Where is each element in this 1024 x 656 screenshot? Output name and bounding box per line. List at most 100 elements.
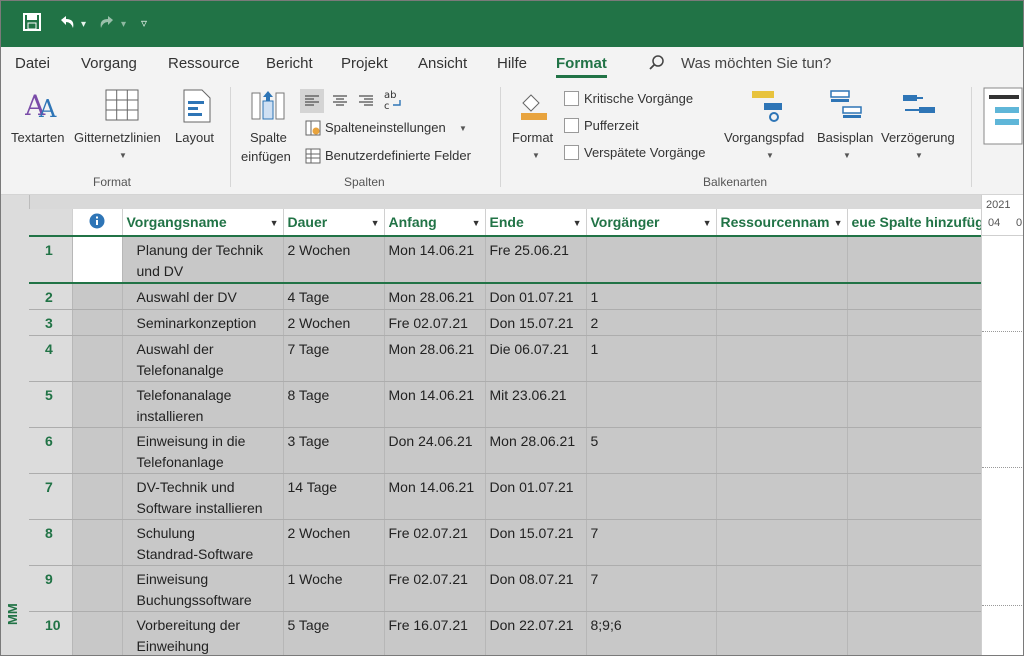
finish-cell[interactable]: Don 01.07.21 <box>485 283 587 310</box>
indicator-cell[interactable] <box>72 611 123 655</box>
verzoegerung-button[interactable]: Verzögerung <box>881 130 955 145</box>
chevron-down-icon[interactable]: ▼ <box>371 218 380 228</box>
start-cell[interactable]: Mon 14.06.21 <box>384 381 486 428</box>
layout-button[interactable]: Layout <box>175 130 214 145</box>
table-row[interactable]: 10 Vorbereitung der Einweihung 5 Tage Fre… <box>29 611 989 655</box>
tab-ressource[interactable]: Ressource <box>168 55 240 72</box>
task-name-cell[interactable]: DV-Technik und Software installieren <box>122 473 284 520</box>
chevron-down-icon[interactable]: ▼ <box>270 218 279 228</box>
redo-dropdown-icon[interactable]: ▾ <box>121 19 126 30</box>
column-header-anfang[interactable]: Anfang ▼ <box>384 209 486 237</box>
predecessors-cell[interactable] <box>586 236 717 284</box>
indicator-cell[interactable] <box>72 473 123 520</box>
predecessors-cell[interactable]: 7 <box>586 519 717 566</box>
add-column-cell[interactable] <box>847 565 989 612</box>
predecessors-cell[interactable]: 7 <box>586 565 717 612</box>
add-column-cell[interactable] <box>847 381 989 428</box>
finish-cell[interactable]: Fre 25.06.21 <box>485 236 587 284</box>
duration-cell[interactable]: 2 Wochen <box>283 519 385 566</box>
indicator-cell[interactable] <box>72 427 123 474</box>
column-header-add-column[interactable]: eue Spalte hinzufüg <box>847 209 989 237</box>
column-header-dauer[interactable]: Dauer ▼ <box>283 209 385 237</box>
row-number[interactable]: 9 <box>29 565 73 612</box>
chevron-down-icon[interactable]: ▼ <box>573 218 582 228</box>
indicator-cell[interactable] <box>72 565 123 612</box>
tab-vorgang[interactable]: Vorgang <box>81 55 137 72</box>
table-row[interactable]: 8 Schulung Standrad-Software 2 Wochen Fre… <box>29 519 989 566</box>
table-row[interactable]: 1 Planung der Technik und DV 2 Wochen Mon… <box>29 236 989 284</box>
vorgangspfad-button[interactable]: Vorgangspfad <box>724 130 804 145</box>
finish-cell[interactable]: Don 15.07.21 <box>485 309 587 336</box>
duration-cell[interactable]: 4 Tage <box>283 283 385 310</box>
start-cell[interactable]: Fre 16.07.21 <box>384 611 486 655</box>
kritische-vorgaenge-checkbox[interactable] <box>564 91 579 106</box>
align-center-icon[interactable] <box>328 89 352 118</box>
add-column-cell[interactable] <box>847 611 989 655</box>
tab-hilfe[interactable]: Hilfe <box>497 55 527 72</box>
add-column-cell[interactable] <box>847 427 989 474</box>
wrap-text-icon[interactable]: ab c <box>381 87 405 118</box>
table-row[interactable]: 9 Einweisung Buchungssoftware 1 Woche Fre… <box>29 565 989 612</box>
resource-names-cell[interactable] <box>716 309 848 336</box>
chevron-down-icon[interactable]: ▼ <box>843 151 851 160</box>
row-number[interactable]: 10 <box>29 611 73 655</box>
format-bar-button[interactable]: Format <box>512 130 553 145</box>
task-name-cell[interactable]: Seminarkonzeption <box>122 309 284 336</box>
tab-projekt[interactable]: Projekt <box>341 55 388 72</box>
chevron-down-icon[interactable]: ▼ <box>915 151 923 160</box>
tab-datei[interactable]: Datei <box>15 55 50 72</box>
resource-names-cell[interactable] <box>716 519 848 566</box>
task-name-cell[interactable]: Planung der Technik und DV <box>122 236 284 284</box>
table-row[interactable]: 3 Seminarkonzeption 2 Wochen Fre 02.07.2… <box>29 309 989 336</box>
indicator-cell[interactable] <box>72 335 123 382</box>
table-row[interactable]: 6 Einweisung in die Telefonanlage 3 Tage … <box>29 427 989 474</box>
column-header-vorgaenger[interactable]: Vorgänger ▼ <box>586 209 717 237</box>
add-column-cell[interactable] <box>847 236 989 284</box>
indicators-header[interactable] <box>72 209 123 237</box>
row-number[interactable]: 1 <box>29 236 73 284</box>
task-name-cell[interactable]: Auswahl der DV <box>122 283 284 310</box>
duration-cell[interactable]: 2 Wochen <box>283 309 385 336</box>
row-number[interactable]: 4 <box>29 335 73 382</box>
indicator-cell[interactable] <box>72 519 123 566</box>
duration-cell[interactable]: 3 Tage <box>283 427 385 474</box>
chevron-down-icon[interactable]: ▼ <box>703 218 712 228</box>
finish-cell[interactable]: Die 06.07.21 <box>485 335 587 382</box>
task-name-cell[interactable]: Auswahl der Telefonanalge <box>122 335 284 382</box>
resource-names-cell[interactable] <box>716 565 848 612</box>
finish-cell[interactable]: Don 08.07.21 <box>485 565 587 612</box>
start-cell[interactable]: Fre 02.07.21 <box>384 519 486 566</box>
task-name-cell[interactable]: Einweisung Buchungssoftware <box>122 565 284 612</box>
finish-cell[interactable]: Don 01.07.21 <box>485 473 587 520</box>
task-name-cell[interactable]: Telefonanalage installieren <box>122 381 284 428</box>
duration-cell[interactable]: 5 Tage <box>283 611 385 655</box>
duration-cell[interactable]: 14 Tage <box>283 473 385 520</box>
start-cell[interactable]: Mon 14.06.21 <box>384 236 486 284</box>
benutzerdefinierte-felder-button[interactable]: Benutzerdefinierte Felder <box>325 148 471 163</box>
chevron-down-icon[interactable]: ▼ <box>834 218 843 228</box>
start-cell[interactable]: Mon 14.06.21 <box>384 473 486 520</box>
finish-cell[interactable]: Don 22.07.21 <box>485 611 587 655</box>
pufferzeit-checkbox[interactable] <box>564 118 579 133</box>
indicator-cell[interactable] <box>72 236 123 284</box>
predecessors-cell[interactable]: 5 <box>586 427 717 474</box>
verspaetete-vorgaenge-checkbox[interactable] <box>564 145 579 160</box>
column-header-ressourcennamen[interactable]: Ressourcennam ▼ <box>716 209 848 237</box>
predecessors-cell[interactable] <box>586 473 717 520</box>
customize-icon[interactable]: ▿ <box>141 16 147 30</box>
chevron-down-icon[interactable]: ▼ <box>459 124 467 133</box>
basisplan-button[interactable]: Basisplan <box>817 130 873 145</box>
table-row[interactable]: 4 Auswahl der Telefonanalge 7 Tage Mon 28… <box>29 335 989 382</box>
predecessors-cell[interactable]: 8;9;6 <box>586 611 717 655</box>
tab-bericht[interactable]: Bericht <box>266 55 313 72</box>
chevron-down-icon[interactable]: ▼ <box>766 151 774 160</box>
resource-names-cell[interactable] <box>716 611 848 655</box>
table-row[interactable]: 7 DV-Technik und Software installieren 14… <box>29 473 989 520</box>
row-number[interactable]: 7 <box>29 473 73 520</box>
start-cell[interactable]: Fre 02.07.21 <box>384 309 486 336</box>
column-header-ende[interactable]: Ende ▼ <box>485 209 587 237</box>
align-left-icon[interactable] <box>300 89 324 113</box>
indicator-cell[interactable] <box>72 381 123 428</box>
predecessors-cell[interactable]: 1 <box>586 283 717 310</box>
undo-dropdown-icon[interactable]: ▾ <box>81 19 86 30</box>
